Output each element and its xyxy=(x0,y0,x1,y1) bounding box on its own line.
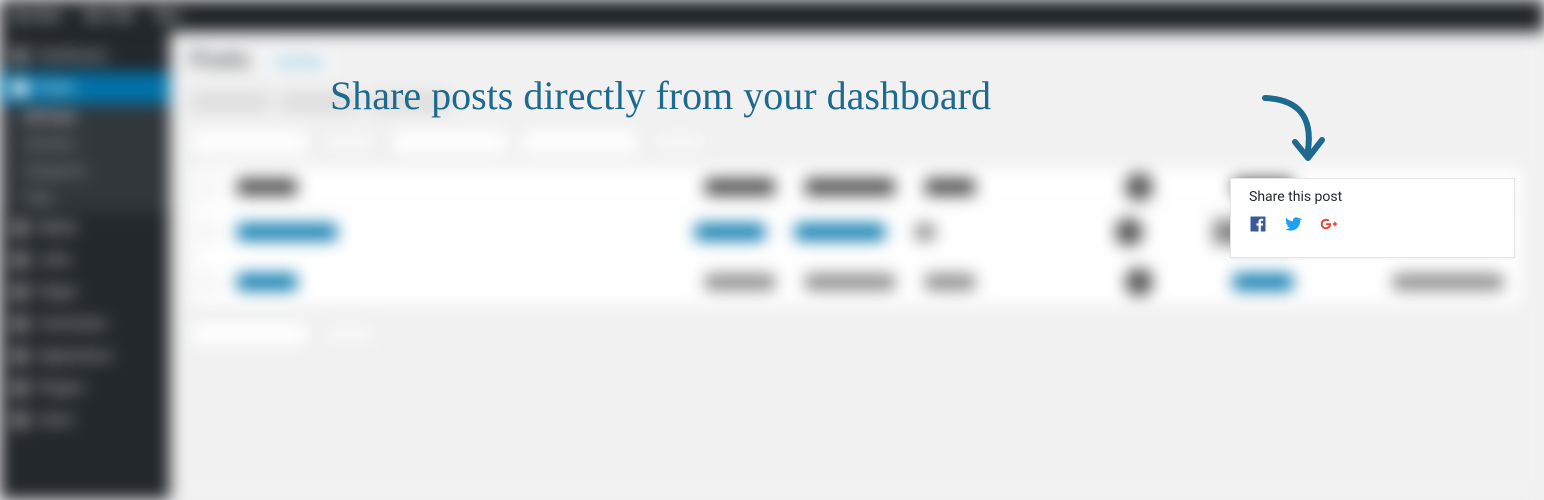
author-link[interactable] xyxy=(705,274,775,290)
filter-link[interactable] xyxy=(190,92,270,112)
share-icons-row xyxy=(1249,215,1496,233)
bulk-actions-row xyxy=(190,126,1524,158)
sidebar-sub-addnew[interactable]: Add New xyxy=(0,131,170,158)
category-link[interactable] xyxy=(795,224,885,240)
promo-headline: Share posts directly from your dashboard xyxy=(330,72,991,119)
dashboard-icon xyxy=(12,48,28,64)
appearance-icon xyxy=(12,348,28,364)
page-icon xyxy=(12,284,28,300)
apply-button[interactable] xyxy=(320,128,380,156)
sidebar-sub-allposts[interactable]: All Posts xyxy=(0,104,170,131)
col-categories[interactable] xyxy=(805,179,895,195)
sidebar-item-posts[interactable]: Posts xyxy=(0,72,170,104)
sidebar-sub-categories[interactable]: Categories xyxy=(0,158,170,185)
topbar-item[interactable]: Site Title xyxy=(83,9,135,24)
admin-topbar: My Sites Site Title New xyxy=(0,0,1544,32)
sidebar-item-media[interactable]: Media xyxy=(0,212,170,244)
tag-text xyxy=(925,274,975,290)
date-select[interactable] xyxy=(390,128,510,156)
post-title-link[interactable] xyxy=(237,274,297,290)
topbar-item[interactable]: My Sites xyxy=(12,9,63,24)
post-title-link[interactable] xyxy=(237,224,337,240)
date-text xyxy=(1233,274,1293,290)
sidebar-label: Comments xyxy=(38,316,107,332)
admin-sidebar: Dashboard Posts All Posts Add New Catego… xyxy=(0,32,170,500)
row-checkbox[interactable] xyxy=(201,274,217,290)
category-select[interactable] xyxy=(520,128,640,156)
sidebar-label: Users xyxy=(38,412,74,428)
category-link[interactable] xyxy=(805,274,895,290)
sidebar-label: Plugins xyxy=(38,380,84,396)
sidebar-label: Dashboard xyxy=(38,48,106,64)
topbar-item[interactable]: New xyxy=(155,9,181,24)
media-icon xyxy=(12,220,28,236)
page-title: Posts xyxy=(190,46,249,73)
bulk-select[interactable] xyxy=(190,320,310,348)
sidebar-item-pages[interactable]: Pages xyxy=(0,276,170,308)
sidebar-label: Appearance xyxy=(38,348,112,364)
sidebar-item-dashboard[interactable]: Dashboard xyxy=(0,40,170,72)
tag-text xyxy=(915,224,935,240)
col-tags[interactable] xyxy=(925,179,975,195)
comment-icon xyxy=(12,316,28,332)
googleplus-icon[interactable] xyxy=(1319,215,1339,233)
sidebar-label: Pages xyxy=(38,284,77,300)
sidebar-item-plugins[interactable]: Plugins xyxy=(0,372,170,404)
user-icon xyxy=(12,412,28,428)
share-panel-title: Share this post xyxy=(1249,189,1496,205)
pin-icon xyxy=(12,80,28,96)
comment-bubble[interactable] xyxy=(1125,268,1153,296)
sidebar-item-users[interactable]: Users xyxy=(0,404,170,436)
apply-button[interactable] xyxy=(320,320,380,348)
row-checkbox[interactable] xyxy=(201,224,217,240)
share-cell xyxy=(1393,274,1503,290)
link-icon xyxy=(12,252,28,268)
sidebar-label: Links xyxy=(38,252,71,268)
sidebar-label: Posts xyxy=(38,80,74,96)
sidebar-item-links[interactable]: Links xyxy=(0,244,170,276)
sidebar-item-comments[interactable]: Comments xyxy=(0,308,170,340)
col-title[interactable] xyxy=(237,179,297,195)
author-link[interactable] xyxy=(695,224,765,240)
comment-bubble[interactable] xyxy=(1115,218,1143,246)
share-panel: Share this post xyxy=(1230,178,1515,258)
twitter-icon[interactable] xyxy=(1283,215,1303,233)
bulk-actions-row-bottom xyxy=(190,318,1524,350)
add-new-button[interactable]: Add New xyxy=(263,51,337,76)
sidebar-item-appearance[interactable]: Appearance xyxy=(0,340,170,372)
facebook-icon[interactable] xyxy=(1249,215,1267,233)
col-comments-icon[interactable] xyxy=(1125,173,1153,201)
sidebar-label: Media xyxy=(38,220,77,236)
table-row[interactable] xyxy=(191,257,1523,307)
col-author[interactable] xyxy=(705,179,775,195)
sidebar-sub-tags[interactable]: Tags xyxy=(0,185,170,212)
bulk-select[interactable] xyxy=(190,128,310,156)
filter-button[interactable] xyxy=(650,128,710,156)
plugin-icon xyxy=(12,380,28,396)
select-all-checkbox[interactable] xyxy=(201,179,217,195)
